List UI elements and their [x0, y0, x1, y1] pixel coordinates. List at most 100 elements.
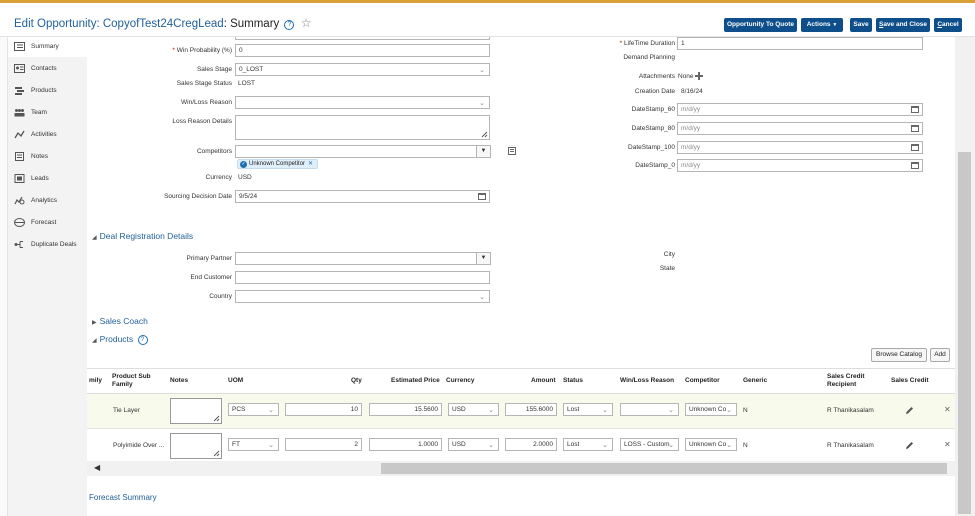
- country-select[interactable]: ⌄: [235, 290, 490, 303]
- sourcing-decision-date-input[interactable]: 9/5/24: [235, 190, 490, 203]
- estimated-price-input[interactable]: 15.5600: [369, 403, 442, 416]
- currency-select[interactable]: USD ⌄: [448, 403, 499, 416]
- col-sales-credit[interactable]: Sales Credit: [891, 377, 929, 385]
- col-competitor[interactable]: Competitor: [685, 377, 720, 385]
- nav-item-leads[interactable]: Leads: [8, 169, 87, 189]
- save-button[interactable]: Save: [850, 18, 872, 32]
- calendar-icon[interactable]: [911, 106, 919, 113]
- chevron-down-icon: ⌄: [602, 442, 608, 449]
- win-probability-input[interactable]: 0: [235, 44, 490, 57]
- nav-item-notes[interactable]: Notes: [8, 147, 87, 167]
- edit-note-icon[interactable]: [508, 147, 516, 155]
- resize-grip-icon[interactable]: [213, 450, 220, 457]
- save-and-close-button[interactable]: Save and Close: [876, 18, 930, 32]
- help-icon[interactable]: ?: [284, 20, 295, 30]
- calendar-icon[interactable]: [478, 193, 486, 200]
- competitor-select[interactable]: Unknown Co ⌄: [685, 438, 737, 451]
- win-loss-reason-select[interactable]: ⌄: [620, 403, 679, 416]
- table-row[interactable]: Tie Layer PCS ⌄ 10 15.5600 USD ⌄ 155.6000 …: [87, 394, 955, 429]
- nav-item-team[interactable]: Team: [8, 103, 87, 123]
- estimated-price-input[interactable]: 1.0000: [369, 438, 442, 451]
- actions-menu-button[interactable]: Actions ▼: [801, 18, 843, 32]
- col-win-loss-reason[interactable]: Win/Loss Reason: [620, 377, 674, 385]
- datestamp-60-input[interactable]: m/d/yy: [677, 103, 923, 116]
- nav-item-label: Analytics: [31, 197, 58, 204]
- competitors-combobox[interactable]: ▼: [235, 145, 491, 158]
- win-loss-reason-select[interactable]: ⌄: [235, 96, 490, 109]
- primary-partner-combobox[interactable]: ▼: [235, 252, 491, 265]
- qty-input[interactable]: 10: [285, 403, 362, 416]
- table-row[interactable]: Polyimide Over ... FT ⌄ 2 1.0000 USD ⌄ 2.0…: [87, 429, 955, 464]
- calendar-icon[interactable]: [911, 144, 919, 151]
- add-product-button[interactable]: Add: [930, 348, 950, 362]
- cut-off-input[interactable]: [235, 37, 490, 40]
- col-generic[interactable]: Generic: [743, 377, 767, 385]
- caret-down-icon[interactable]: ▼: [476, 146, 490, 157]
- datestamp-80-input[interactable]: m/d/yy: [677, 122, 923, 135]
- help-icon[interactable]: ?: [137, 335, 148, 345]
- col-amount[interactable]: Amount: [531, 377, 556, 385]
- nav-item-contacts[interactable]: Contacts: [8, 59, 87, 79]
- win-loss-reason-select[interactable]: LOSS - Custom ⌄: [620, 438, 679, 451]
- amount-input[interactable]: 155.6000: [505, 403, 557, 416]
- col-notes[interactable]: Notes: [170, 377, 188, 385]
- notes-textarea[interactable]: [170, 433, 222, 459]
- col-uom[interactable]: UOM: [228, 377, 243, 385]
- nav-item-products[interactable]: Products: [8, 81, 87, 101]
- nav-item-analytics[interactable]: Analytics: [8, 191, 87, 211]
- page-vertical-scrollbar[interactable]: [955, 37, 975, 516]
- competitor-select[interactable]: Unknown Co ⌄: [685, 403, 737, 416]
- col-product-sub-family[interactable]: Product Sub Family: [112, 373, 151, 389]
- calendar-icon[interactable]: [911, 125, 919, 132]
- currency-select[interactable]: USD ⌄: [448, 438, 499, 451]
- uom-select[interactable]: FT ⌄: [228, 438, 279, 451]
- uom-select[interactable]: PCS ⌄: [228, 403, 279, 416]
- col-sales-credit-recipient[interactable]: Sales Credit Recipient: [827, 373, 865, 389]
- edit-pencil-icon[interactable]: [905, 441, 914, 450]
- nav-item-summary[interactable]: Summary: [8, 37, 87, 57]
- col-family[interactable]: mily: [89, 377, 102, 385]
- calendar-icon[interactable]: [911, 162, 919, 169]
- opportunity-to-quote-button[interactable]: Opportunity To Quote: [724, 18, 797, 32]
- notes-textarea[interactable]: [170, 398, 222, 424]
- vertical-scroll-thumb[interactable]: [958, 152, 971, 514]
- col-status[interactable]: Status: [563, 377, 583, 385]
- browse-catalog-button[interactable]: Browse Catalog: [871, 348, 927, 362]
- datestamp-100-input[interactable]: m/d/yy: [677, 141, 923, 154]
- horizontal-scroll-thumb[interactable]: [381, 463, 947, 474]
- qty-input[interactable]: 2: [285, 438, 362, 451]
- scroll-left-arrow-icon[interactable]: ◀: [94, 463, 100, 472]
- cancel-button[interactable]: Cancel: [934, 18, 962, 32]
- col-currency[interactable]: Currency: [446, 377, 475, 385]
- forecast-summary-header[interactable]: Forecast Summary: [89, 493, 157, 502]
- amount-input[interactable]: 2.0000: [505, 438, 557, 451]
- table-horizontal-scrollbar[interactable]: ◀: [87, 461, 955, 476]
- resize-grip-icon[interactable]: [481, 131, 488, 138]
- attachments-value: None: [678, 73, 694, 80]
- datestamp-0-input[interactable]: m/d/yy: [677, 159, 923, 172]
- nav-item-activities[interactable]: Activities: [8, 125, 87, 145]
- nav-collapse-strip[interactable]: [0, 37, 8, 516]
- delete-row-icon[interactable]: ✕: [944, 405, 951, 414]
- competitor-chip[interactable]: ✓ Unknown Competitor ✕: [237, 159, 319, 169]
- nav-item-duplicate-deals[interactable]: Duplicate Deals: [8, 235, 87, 255]
- products-header[interactable]: ◢ Products ?: [92, 334, 148, 345]
- deal-registration-header[interactable]: ◢ Deal Registration Details: [92, 231, 193, 241]
- status-select[interactable]: Lost ⌄: [563, 438, 613, 451]
- status-select[interactable]: Lost ⌄: [563, 403, 613, 416]
- caret-down-icon[interactable]: ▼: [476, 253, 490, 264]
- add-attachment-icon[interactable]: [695, 72, 703, 80]
- sales-stage-select[interactable]: 0_LOST ⌄: [235, 63, 490, 76]
- edit-pencil-icon[interactable]: [905, 406, 914, 415]
- favorite-star-icon[interactable]: ☆: [301, 16, 312, 30]
- col-qty[interactable]: Qty: [351, 377, 362, 385]
- resize-grip-icon[interactable]: [213, 415, 220, 422]
- col-estimated-price[interactable]: Estimated Price: [391, 377, 440, 385]
- sales-coach-header[interactable]: ▶ Sales Coach: [92, 316, 148, 326]
- delete-row-icon[interactable]: ✕: [944, 440, 951, 449]
- nav-item-forecast[interactable]: Forecast: [8, 213, 87, 233]
- end-customer-input[interactable]: [235, 271, 490, 284]
- lifetime-duration-input[interactable]: 1: [677, 37, 923, 50]
- remove-chip-icon[interactable]: ✕: [308, 161, 313, 167]
- loss-reason-details-textarea[interactable]: [235, 115, 490, 140]
